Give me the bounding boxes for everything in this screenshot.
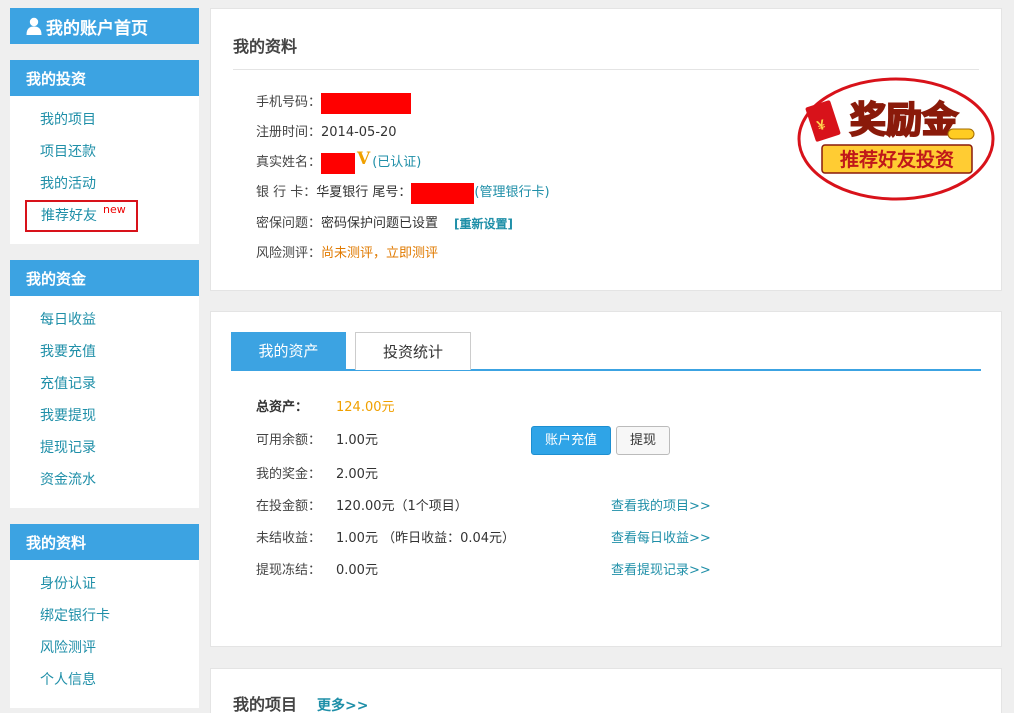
- sidebar-item-withdraw-records[interactable]: 提现记录: [10, 432, 199, 464]
- register-label: 注册时间：: [256, 125, 322, 140]
- sidebar-item-label: 推荐好友: [41, 208, 97, 224]
- sidebar-item-bind-bank-card[interactable]: 绑定银行卡: [10, 600, 199, 632]
- sidebar-item-recharge-records[interactable]: 充值记录: [10, 368, 199, 400]
- frozen-withdraw-value: 0.00元: [336, 563, 378, 578]
- withdraw-button[interactable]: 提现: [616, 426, 670, 455]
- sidebar-item-fund-flow[interactable]: 资金流水: [10, 464, 199, 496]
- bank-name: 华夏银行 尾号：: [316, 185, 412, 200]
- reward-title: 奖励金: [850, 99, 959, 141]
- tab-investment-stats[interactable]: 投资统计: [355, 332, 471, 370]
- account-home-label: 我的账户首页: [46, 18, 148, 39]
- available-balance-row: 可用余额： 1.00元: [256, 430, 378, 452]
- security-value: 密码保护问题已设置: [321, 216, 439, 231]
- risk-assess-link[interactable]: 尚未测评，立即测评: [321, 243, 438, 265]
- realname-label: 真实姓名：: [256, 155, 322, 170]
- sidebar-item-recharge[interactable]: 我要充值: [10, 336, 199, 368]
- view-my-projects-link[interactable]: 查看我的项目>>: [611, 496, 711, 518]
- available-balance-value: 1.00元: [336, 433, 378, 448]
- side-group-title: 我的资金: [10, 260, 199, 296]
- new-badge: new: [103, 203, 126, 216]
- total-assets-value: 124.00元: [336, 400, 395, 415]
- gold-coin-icon: [947, 128, 975, 140]
- invested-value: 120.00元（1个项目）: [336, 499, 468, 514]
- risk-label: 风险测评：: [256, 246, 322, 261]
- projects-more-link[interactable]: 更多>>: [317, 695, 368, 713]
- person-icon: [26, 17, 42, 35]
- divider: [233, 69, 979, 70]
- bonus-row: 我的奖金： 2.00元: [256, 464, 378, 486]
- realname-row: 真实姓名： V (已认证): [256, 149, 422, 174]
- view-withdraw-records-link[interactable]: 查看提现记录>>: [611, 560, 711, 582]
- sidebar-item-identity[interactable]: 身份认证: [10, 568, 199, 600]
- reset-security-link[interactable]: [重新设置]: [454, 213, 513, 235]
- risk-row: 风险测评： 尚未测评，立即测评: [256, 243, 438, 265]
- phone-row: 手机号码：: [256, 92, 412, 114]
- projects-title: 我的项目: [233, 695, 298, 713]
- view-daily-earnings-link[interactable]: 查看每日收益>>: [611, 528, 711, 550]
- register-date: 2014-05-20: [321, 125, 397, 140]
- sidebar: 我的账户首页 我的投资 我的项目 项目还款 我的活动 推荐好友 new 我的资金 …: [10, 8, 199, 708]
- asset-label: 总资产：: [256, 400, 309, 415]
- asset-tabs: 我的资产 投资统计: [231, 332, 981, 371]
- account-home-button[interactable]: 我的账户首页: [10, 8, 199, 44]
- side-group-profile: 我的资料 身份认证 绑定银行卡 风险测评 个人信息: [10, 524, 199, 708]
- panel-title: 我的资料: [233, 37, 298, 56]
- verified-icon: V: [357, 149, 371, 169]
- frozen-withdraw-row: 提现冻结： 0.00元 查看提现记录>>: [256, 560, 956, 582]
- asset-label: 未结收益：: [256, 531, 322, 546]
- sidebar-item-project-repayment[interactable]: 项目还款: [10, 136, 199, 168]
- projects-panel: 我的项目 更多>>: [210, 668, 1002, 713]
- sidebar-item-personal-info[interactable]: 个人信息: [10, 664, 199, 696]
- bank-tail-redacted: [411, 182, 475, 204]
- side-group-investment: 我的投资 我的项目 项目还款 我的活动 推荐好友 new: [10, 60, 199, 244]
- sidebar-item-my-projects[interactable]: 我的项目: [10, 104, 199, 136]
- assets-panel: 我的资产 投资统计 总资产： 124.00元 可用余额： 1.00元 账户充值 提现…: [210, 311, 1002, 647]
- total-assets-row: 总资产： 124.00元: [256, 397, 395, 419]
- phone-redacted: [321, 92, 412, 114]
- security-label: 密保问题：: [256, 216, 322, 231]
- asset-label: 在投金额：: [256, 499, 322, 514]
- reward-badge[interactable]: ¥ 奖励金 推荐好友投资: [796, 77, 996, 202]
- sidebar-item-withdraw[interactable]: 我要提现: [10, 400, 199, 432]
- verified-status: (已认证): [372, 155, 422, 170]
- phone-label: 手机号码：: [256, 95, 322, 110]
- tab-my-assets[interactable]: 我的资产: [231, 332, 346, 370]
- realname-redacted: [321, 152, 356, 174]
- asset-label: 我的奖金：: [256, 467, 322, 482]
- security-row: 密保问题： 密码保护问题已设置 [重新设置]: [256, 213, 513, 235]
- recharge-button[interactable]: 账户充值: [531, 426, 611, 455]
- asset-label: 可用余额：: [256, 433, 322, 448]
- bank-label: 银 行 卡：: [256, 185, 317, 200]
- reward-subtitle: 推荐好友投资: [840, 148, 954, 171]
- profile-panel: 我的资料 手机号码： 注册时间： 2014-05-20 真实姓名： V (已认证…: [210, 8, 1002, 291]
- sidebar-item-refer-friends[interactable]: 推荐好友 new: [25, 200, 138, 232]
- side-group-title: 我的资料: [10, 524, 199, 560]
- side-group-title: 我的投资: [10, 60, 199, 96]
- sidebar-item-daily-earnings[interactable]: 每日收益: [10, 304, 199, 336]
- bank-row: 银 行 卡： 华夏银行 尾号： (管理银行卡): [256, 182, 550, 204]
- side-group-funds: 我的资金 每日收益 我要充值 充值记录 我要提现 提现记录 资金流水: [10, 260, 199, 508]
- bonus-value: 2.00元: [336, 467, 378, 482]
- invested-row: 在投金额： 120.00元（1个项目） 查看我的项目>>: [256, 496, 956, 518]
- sidebar-item-risk-assessment[interactable]: 风险测评: [10, 632, 199, 664]
- pending-earnings-row: 未结收益： 1.00元 （昨日收益：0.04元） 查看每日收益>>: [256, 528, 956, 550]
- asset-label: 提现冻结：: [256, 563, 322, 578]
- register-row: 注册时间： 2014-05-20: [256, 122, 397, 144]
- pending-earnings-value: 1.00元 （昨日收益：0.04元）: [336, 531, 516, 546]
- sidebar-item-my-activities[interactable]: 我的活动: [10, 168, 199, 200]
- manage-bank-card-link[interactable]: (管理银行卡): [474, 182, 549, 204]
